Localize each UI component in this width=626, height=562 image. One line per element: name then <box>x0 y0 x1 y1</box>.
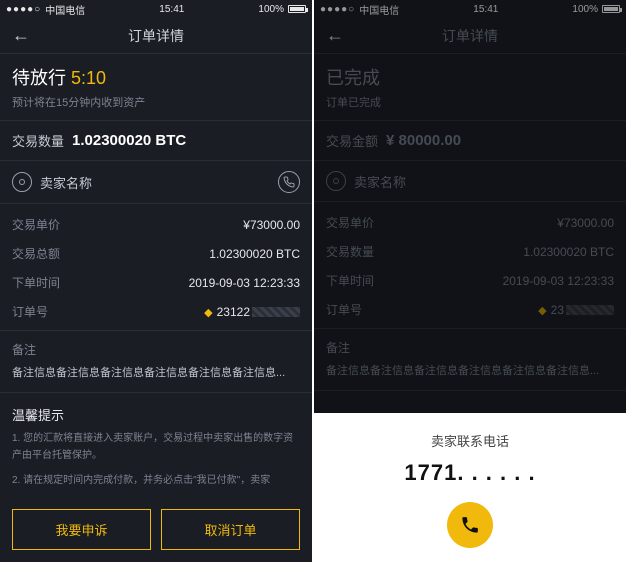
detail-key: 下单时间 <box>12 274 60 291</box>
signal-dots: ●●●●○ <box>320 4 355 15</box>
battery-label: 100% <box>572 4 598 15</box>
carrier-label: 中国电信 <box>45 2 85 17</box>
trade-amount-value: 1.02300020 BTC <box>72 132 186 149</box>
detail-row: 下单时间 2019-09-03 12:23:33 <box>12 268 300 297</box>
phone-icon[interactable] <box>278 171 300 193</box>
remark-text: 备注信息备注信息备注信息备注信息备注信息备注信息... <box>0 364 312 393</box>
clock: 15:41 <box>159 4 184 15</box>
battery-icon <box>288 5 306 13</box>
seller-name: 卖家名称 <box>354 172 614 191</box>
remark-text: 备注信息备注信息备注信息备注信息备注信息备注信息... <box>314 362 626 391</box>
remark-label: 备注 <box>314 329 626 362</box>
tips-body: 1. 您的汇款将直接进入卖家账户，交易过程中卖家出售的数字资产由平台托管保护。 2… <box>0 430 312 497</box>
sheet-title: 卖家联系电话 <box>326 431 614 450</box>
detail-value: 1.02300020 BTC <box>523 245 614 259</box>
phone-right: ●●●●○ 中国电信 15:41 100% ← 订单详情 已完成 订单已完成 交… <box>314 0 626 562</box>
phone-left: ●●●●○ 中国电信 15:41 100% ← 订单详情 待放行 5:10 预计… <box>0 0 312 562</box>
detail-value: 1.02300020 BTC <box>209 247 300 261</box>
seller-avatar-icon <box>326 171 346 191</box>
nav-bar: ← 订单详情 <box>314 18 626 54</box>
status-bar: ●●●●○ 中国电信 15:41 100% <box>314 0 626 18</box>
detail-value-text: 2019-09-03 12:23:33 <box>189 276 300 290</box>
button-row: 我要申诉 取消订单 <box>0 499 312 562</box>
detail-value-text: 2019-09-03 12:23:33 <box>503 274 614 288</box>
call-button[interactable] <box>447 502 493 548</box>
trade-amount-label: 交易金额 <box>326 131 378 150</box>
order-status-sub: 预计将在15分钟内收到资产 <box>12 94 300 110</box>
detail-key: 交易数量 <box>326 243 374 260</box>
contact-sheet: 卖家联系电话 1771. . . . . . <box>314 413 626 562</box>
order-status-label: 已完成 <box>326 68 380 88</box>
redacted-icon <box>566 305 614 315</box>
trade-amount-value: ¥ 80000.00 <box>386 132 461 149</box>
detail-value-text: 1.02300020 BTC <box>523 245 614 259</box>
appeal-button[interactable]: 我要申诉 <box>12 509 151 550</box>
shield-icon: ◆ <box>204 307 212 319</box>
order-status-title: 待放行 5:10 <box>12 64 300 90</box>
carrier-label: 中国电信 <box>359 2 399 17</box>
detail-key: 下单时间 <box>326 272 374 289</box>
detail-row: 交易总额 1.02300020 BTC <box>12 239 300 268</box>
detail-row: 订单号 ◆ 23 <box>326 295 614 324</box>
order-status-section: 待放行 5:10 预计将在15分钟内收到资产 <box>0 54 312 121</box>
detail-value: 2019-09-03 12:23:33 <box>503 274 614 288</box>
detail-value-text: ¥73000.00 <box>557 216 614 230</box>
seller-avatar-icon <box>12 172 32 192</box>
clock: 15:41 <box>473 4 498 15</box>
detail-key: 订单号 <box>12 303 48 320</box>
order-status-section: 已完成 订单已完成 <box>314 54 626 121</box>
detail-value: ¥73000.00 <box>243 218 300 232</box>
status-bar: ●●●●○ 中国电信 15:41 100% <box>0 0 312 18</box>
detail-value-text: ¥73000.00 <box>243 218 300 232</box>
detail-value-text: 23122 <box>217 305 250 319</box>
page-title: 订单详情 <box>314 26 626 46</box>
trade-amount-row: 交易数量 1.02300020 BTC <box>0 121 312 161</box>
signal-dots: ●●●●○ <box>6 4 41 15</box>
nav-bar: ← 订单详情 <box>0 18 312 54</box>
detail-list: 交易单价 ¥73000.00 交易总额 1.02300020 BTC 下单时间 2019-… <box>0 204 312 331</box>
detail-row: 交易单价 ¥73000.00 <box>12 210 300 239</box>
trade-amount-row: 交易金额 ¥ 80000.00 <box>314 121 626 161</box>
cancel-button[interactable]: 取消订单 <box>161 509 300 550</box>
redacted-icon <box>252 307 300 317</box>
detail-row: 交易数量 1.02300020 BTC <box>326 237 614 266</box>
order-status-sub: 订单已完成 <box>326 94 614 110</box>
detail-value: 2019-09-03 12:23:33 <box>189 276 300 290</box>
battery-icon <box>602 5 620 13</box>
remark-label: 备注 <box>0 331 312 364</box>
seller-name: 卖家名称 <box>40 173 270 192</box>
detail-key: 交易单价 <box>326 214 374 231</box>
detail-list: 交易单价 ¥73000.00 交易数量 1.02300020 BTC 下单时间 2019-… <box>314 202 626 329</box>
tips-label: 温馨提示 <box>0 393 312 430</box>
detail-row: 下单时间 2019-09-03 12:23:33 <box>326 266 614 295</box>
detail-value-text: 23 <box>551 303 564 317</box>
detail-value: ¥73000.00 <box>557 216 614 230</box>
tip-item: 1. 您的汇款将直接进入卖家账户，交易过程中卖家出售的数字资产由平台托管保护。 <box>12 430 300 464</box>
tip-item: 2. 请在规定时间内完成付款，并务必点击"我已付款"，卖家 <box>12 472 300 489</box>
shield-icon: ◆ <box>538 305 546 317</box>
detail-value-text: 1.02300020 BTC <box>209 247 300 261</box>
order-countdown: 5:10 <box>71 68 106 88</box>
detail-key: 订单号 <box>326 301 362 318</box>
page-title: 订单详情 <box>0 26 312 46</box>
detail-value: ◆ 23122 <box>204 305 300 319</box>
detail-value: ◆ 23 <box>538 303 614 317</box>
order-status-title: 已完成 <box>326 64 614 90</box>
seller-row[interactable]: 卖家名称 <box>314 161 626 202</box>
order-status-label: 待放行 <box>12 68 66 88</box>
battery-label: 100% <box>258 4 284 15</box>
detail-row: 交易单价 ¥73000.00 <box>326 208 614 237</box>
detail-key: 交易总额 <box>12 245 60 262</box>
detail-key: 交易单价 <box>12 216 60 233</box>
detail-row: 订单号 ◆ 23122 <box>12 297 300 326</box>
seller-row[interactable]: 卖家名称 <box>0 161 312 204</box>
sheet-phone-number: 1771. . . . . . <box>326 460 614 486</box>
trade-amount-label: 交易数量 <box>12 131 64 150</box>
